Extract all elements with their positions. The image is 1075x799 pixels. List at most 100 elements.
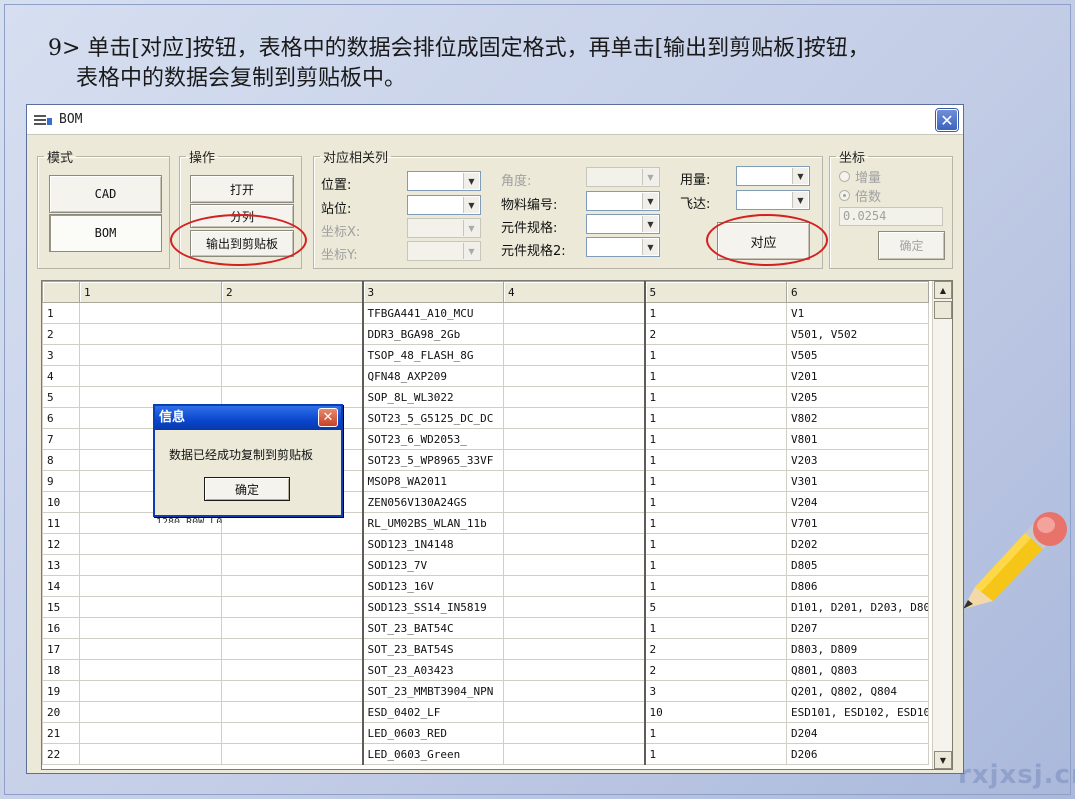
feeder-select[interactable]: ▼ [736, 190, 810, 210]
table-cell[interactable] [79, 365, 222, 387]
chevron-down-icon[interactable]: ▼ [463, 197, 479, 213]
table-cell[interactable]: 1 [644, 512, 787, 534]
row-number-cell[interactable]: 11 [42, 512, 80, 534]
table-row[interactable]: 18 SOT_23_A03423 2 Q801, Q803 [42, 659, 929, 681]
table-cell[interactable]: D207 [786, 617, 929, 639]
scroll-thumb[interactable] [934, 301, 952, 319]
table-cell[interactable] [221, 638, 364, 660]
table-cell[interactable] [221, 659, 364, 681]
table-cell[interactable] [79, 617, 222, 639]
row-number-cell[interactable]: 5 [42, 386, 80, 408]
message-box-close-button[interactable]: ✕ [318, 408, 338, 427]
table-cell[interactable]: 3 [644, 680, 787, 702]
table-cell[interactable] [79, 302, 222, 324]
table-cell[interactable]: MSOP8_WA2011 [362, 470, 504, 492]
table-cell[interactable] [503, 449, 646, 471]
table-cell[interactable]: QFN48_AXP209 [362, 365, 504, 387]
row-number-cell[interactable]: 22 [42, 743, 80, 765]
table-cell[interactable] [503, 302, 646, 324]
table-cell[interactable] [221, 554, 364, 576]
table-cell[interactable]: V701 [786, 512, 929, 534]
row-number-cell[interactable]: 7 [42, 428, 80, 450]
table-cell[interactable]: 1 [644, 533, 787, 555]
scroll-down-icon[interactable]: ▼ [934, 751, 952, 769]
table-row[interactable]: 17 SOT_23_BAT54S 2 D803, D809 [42, 638, 929, 660]
row-number-cell[interactable]: 10 [42, 491, 80, 513]
table-cell[interactable]: V501, V502 [786, 323, 929, 345]
table-cell[interactable]: V802 [786, 407, 929, 429]
column-header[interactable]: 6 [786, 281, 929, 303]
row-number-cell[interactable]: 15 [42, 596, 80, 618]
table-cell[interactable] [79, 701, 222, 723]
table-cell[interactable] [503, 743, 646, 765]
window-titlebar[interactable]: BOM ✕ [27, 105, 963, 135]
chevron-down-icon[interactable]: ▼ [792, 192, 808, 208]
table-cell[interactable] [503, 386, 646, 408]
table-row[interactable]: 20 ESD_0402_LF 10 ESD101, ESD102, ESD10 [42, 701, 929, 723]
table-cell[interactable] [79, 638, 222, 660]
table-row[interactable]: 21 LED_0603_RED 1 D204 [42, 722, 929, 744]
table-row[interactable]: 13 SOD123_7V 1 D805 [42, 554, 929, 576]
table-cell[interactable]: V505 [786, 344, 929, 366]
table-cell[interactable]: 1 [644, 386, 787, 408]
table-cell[interactable]: 1 [644, 344, 787, 366]
part-number-select[interactable]: ▼ [586, 191, 660, 211]
chevron-down-icon[interactable]: ▼ [642, 193, 658, 209]
table-cell[interactable]: ZEN056V130A24GS [362, 491, 504, 513]
split-button[interactable]: 分列 [190, 204, 294, 228]
table-cell[interactable] [503, 701, 646, 723]
table-cell[interactable] [503, 722, 646, 744]
table-cell[interactable] [221, 575, 364, 597]
table-cell[interactable] [79, 596, 222, 618]
table-cell[interactable] [503, 617, 646, 639]
table-cell[interactable]: V801 [786, 428, 929, 450]
table-cell[interactable]: V301 [786, 470, 929, 492]
table-cell[interactable]: 2 [644, 638, 787, 660]
table-cell[interactable]: ESD101, ESD102, ESD10 [786, 701, 929, 723]
match-button[interactable]: 对应 [717, 222, 810, 260]
row-number-cell[interactable]: 6 [42, 407, 80, 429]
table-cell[interactable] [503, 554, 646, 576]
table-cell[interactable]: 1 [644, 449, 787, 471]
chevron-down-icon[interactable]: ▼ [642, 216, 658, 232]
chevron-down-icon[interactable]: ▼ [642, 239, 658, 255]
table-cell[interactable]: Q801, Q803 [786, 659, 929, 681]
table-row[interactable]: 15 SOD123_SS14_IN5819 5 D101, D201, D203, D… [42, 596, 929, 618]
spec-select[interactable]: ▼ [586, 214, 660, 234]
row-number-cell[interactable]: 12 [42, 533, 80, 555]
table-cell[interactable]: LED_0603_RED [362, 722, 504, 744]
table-cell[interactable] [221, 701, 364, 723]
table-cell[interactable] [79, 743, 222, 765]
table-cell[interactable]: 1 [644, 407, 787, 429]
table-cell[interactable]: SOD123_1N4148 [362, 533, 504, 555]
row-number-cell[interactable]: 13 [42, 554, 80, 576]
table-cell[interactable]: SOP_8L_WL3022 [362, 386, 504, 408]
table-cell[interactable]: 2 [644, 323, 787, 345]
table-cell[interactable] [221, 302, 364, 324]
message-box-ok-button[interactable]: 确定 [204, 477, 290, 501]
row-number-cell[interactable]: 14 [42, 575, 80, 597]
table-cell[interactable]: SOD123_SS14_IN5819 [362, 596, 504, 618]
table-cell[interactable] [79, 680, 222, 702]
table-cell[interactable]: TSOP_48_FLASH_8G [362, 344, 504, 366]
table-cell[interactable]: SOT_23_MMBT3904_NPN [362, 680, 504, 702]
table-cell[interactable] [503, 533, 646, 555]
table-cell[interactable]: DDR3_BGA98_2Gb [362, 323, 504, 345]
row-number-cell[interactable]: 19 [42, 680, 80, 702]
table-cell[interactable]: V203 [786, 449, 929, 471]
table-cell[interactable] [221, 680, 364, 702]
table-row[interactable]: 2 DDR3_BGA98_2Gb 2 V501, V502 [42, 323, 929, 345]
column-header[interactable]: 2 [221, 281, 364, 303]
table-cell[interactable] [79, 575, 222, 597]
column-header[interactable] [42, 281, 80, 303]
table-cell[interactable] [221, 365, 364, 387]
table-cell[interactable]: ESD_0402_LF [362, 701, 504, 723]
row-number-cell[interactable]: 21 [42, 722, 80, 744]
table-row[interactable]: 1 TFBGA441_A10_MCU 1 V1 [42, 302, 929, 324]
table-cell[interactable]: D204 [786, 722, 929, 744]
row-number-cell[interactable]: 17 [42, 638, 80, 660]
table-cell[interactable]: V205 [786, 386, 929, 408]
table-cell[interactable]: SOT_23_BAT54C [362, 617, 504, 639]
table-cell[interactable] [503, 596, 646, 618]
table-row[interactable]: 22 LED_0603_Green 1 D206 [42, 743, 929, 765]
